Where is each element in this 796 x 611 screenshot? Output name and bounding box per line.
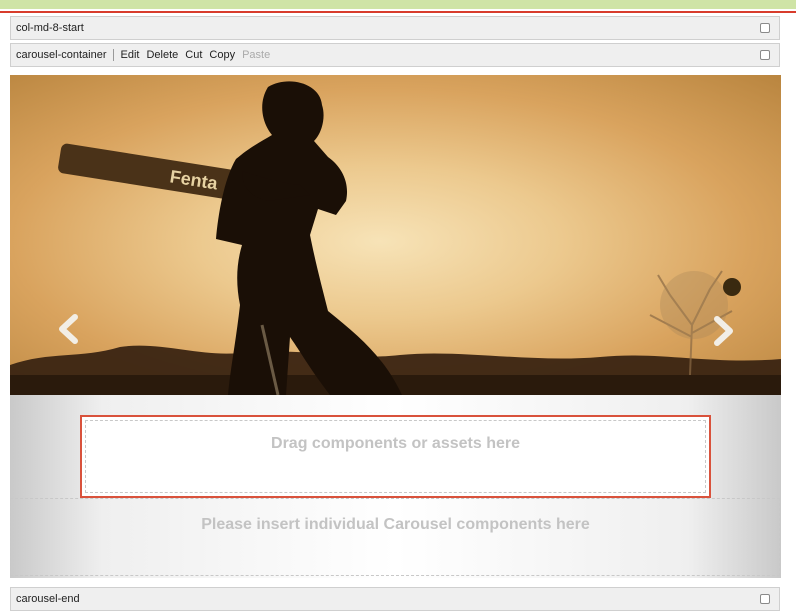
- component-actions: Edit Delete Cut Copy Paste: [114, 49, 271, 61]
- component-name: col-md-8-start: [16, 22, 84, 34]
- cut-button[interactable]: Cut: [185, 49, 202, 61]
- select-checkbox[interactable]: [760, 23, 770, 33]
- component-bar-carousel-container[interactable]: carousel-container Edit Delete Cut Copy …: [10, 43, 780, 67]
- drop-zone-text: Drag components or assets here: [271, 435, 520, 452]
- delete-button[interactable]: Delete: [146, 49, 178, 61]
- drop-zone-dashed-border: [85, 420, 706, 493]
- chevron-right-icon[interactable]: [712, 316, 736, 346]
- paste-button[interactable]: Paste: [242, 49, 270, 61]
- select-checkbox[interactable]: [760, 50, 770, 60]
- carousel-slide-image: Fenta: [10, 75, 781, 395]
- carousel-insert-area[interactable]: [10, 498, 780, 576]
- cricket-silhouette: Fenta: [10, 81, 781, 395]
- edit-button[interactable]: Edit: [121, 49, 140, 61]
- drop-zone[interactable]: Drag components or assets here: [80, 415, 711, 498]
- component-bar-col-md-8-start[interactable]: col-md-8-start: [10, 16, 780, 40]
- insert-carousel-text: Please insert individual Carousel compon…: [201, 516, 590, 533]
- selection-line: [0, 11, 796, 13]
- component-bar-carousel-end[interactable]: carousel-end: [10, 587, 780, 611]
- select-checkbox[interactable]: [760, 594, 770, 604]
- copy-button[interactable]: Copy: [209, 49, 235, 61]
- selection-band: [0, 0, 796, 9]
- component-name: carousel-end: [16, 593, 80, 605]
- component-name: carousel-container: [16, 49, 114, 61]
- chevron-left-icon[interactable]: [56, 314, 80, 344]
